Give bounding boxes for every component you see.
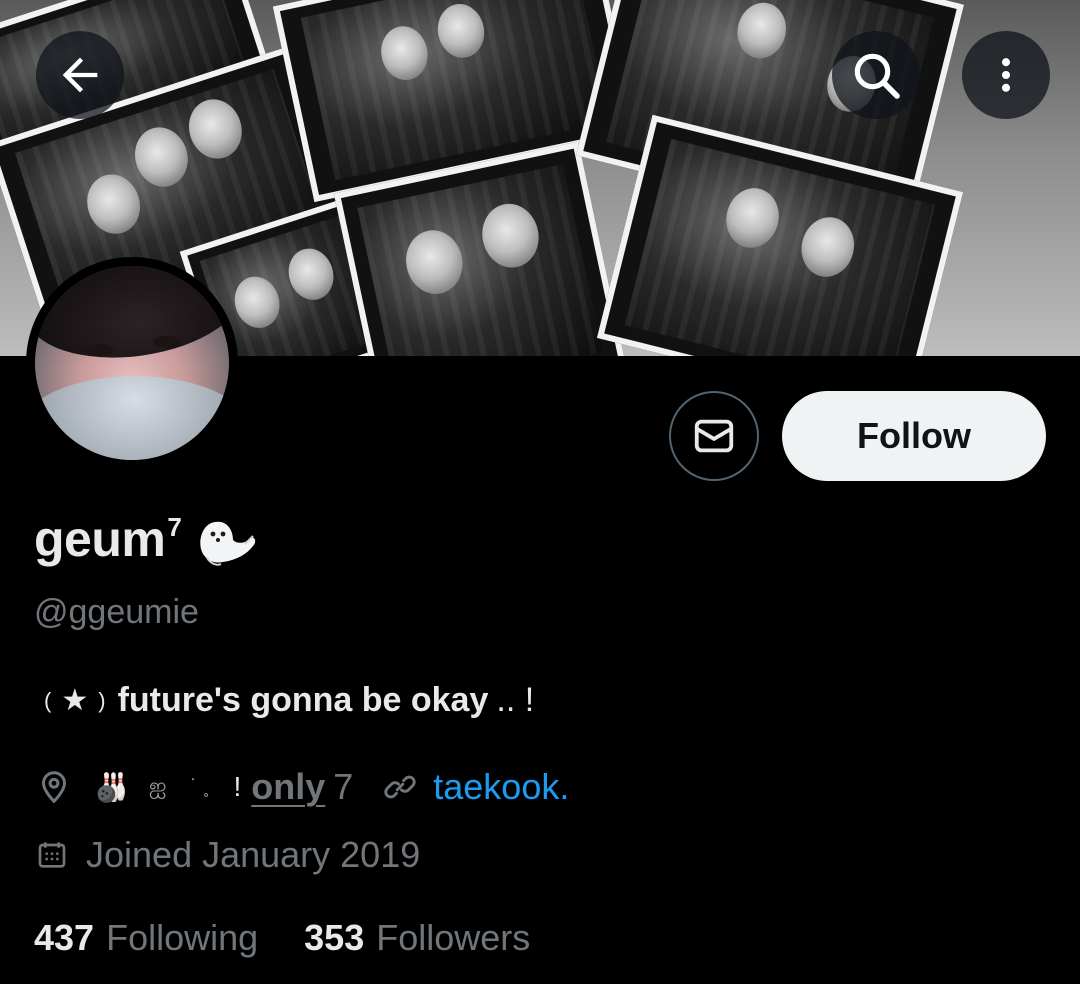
profile-meta-row: 🎳 ஐ ˙ ˳ ! only 7 taekook. [34,766,569,808]
joined-row: Joined January 2019 [36,834,420,876]
search-icon [854,53,900,99]
followers-label: Followers [376,917,531,958]
followers-stat[interactable]: 353 Followers [304,917,530,959]
handle: @ggeumie [34,593,199,631]
search-button[interactable] [832,31,920,119]
location-only: only [251,766,326,807]
following-label: Following [106,917,259,958]
more-vertical-icon [1001,58,1011,92]
back-button[interactable] [36,31,124,119]
mail-icon [694,419,734,453]
location-bang: ! [233,771,242,802]
avatar-image [35,266,229,460]
followers-count: 353 [304,917,365,958]
bio: ( ★ ) future's gonna be okay .. ! [44,681,534,720]
location-pin-icon [41,771,67,804]
arrow-left-icon [62,57,98,93]
bowling-emoji: 🎳 [94,771,129,803]
display-name-superscript: 7 [167,512,182,542]
message-button[interactable] [669,391,759,481]
location-seven: 7 [333,766,354,807]
seal-icon [193,514,259,582]
follow-button[interactable]: Follow [782,391,1046,481]
joined-text: Joined January 2019 [86,834,421,875]
avatar[interactable] [26,257,238,469]
follow-stats: 437 Following 353 Followers [34,917,530,959]
bio-open-paren: ( [44,687,52,713]
bio-tail: .. ! [496,681,535,719]
bio-text: future's gonna be okay [117,681,489,719]
more-button[interactable] [962,31,1050,119]
bio-close-paren: ) [98,687,106,713]
bio-star: ★ [61,684,89,717]
following-stat[interactable]: 437 Following [34,917,258,959]
website-link[interactable]: taekook. [433,766,569,808]
location-dots: ˙ ˳ [190,775,210,798]
location-text: 🎳 ஐ ˙ ˳ ! only 7 [94,766,353,808]
calendar-icon [38,842,66,868]
display-name: geum 7 [34,510,259,582]
following-count: 437 [34,917,95,958]
link-icon [384,775,416,799]
location-char: ஐ [148,772,167,798]
display-name-text: geum [34,511,166,567]
